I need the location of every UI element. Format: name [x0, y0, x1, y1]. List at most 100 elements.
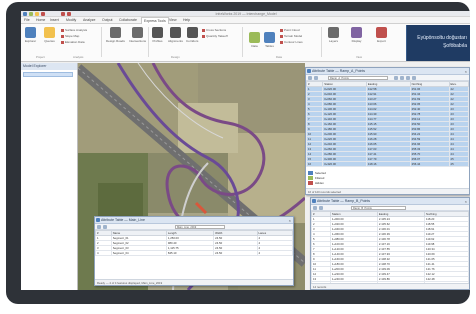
clear-selection-icon[interactable] — [400, 76, 404, 80]
export-icon — [376, 27, 387, 38]
tables-button[interactable]: Tables — [264, 32, 275, 48]
attribute-table-window-ramp-b[interactable]: Attribute Table — Ramp_B_Points × Ramp_B… — [310, 197, 470, 290]
undo-icon[interactable] — [35, 12, 39, 16]
legend-swatch — [308, 176, 313, 180]
table-toolbar: Ramp_A_Points — [306, 75, 469, 81]
ribbon-separator — [148, 27, 149, 57]
ribbon-group-label: Project — [36, 55, 45, 59]
table-cell: 24.50 — [213, 250, 258, 256]
window-title: Attribute Table — Main_Line — [101, 218, 145, 222]
layer-select[interactable]: Main_Line_2019 — [175, 225, 225, 229]
table-cell: 16 — [306, 161, 324, 167]
tab-collaborate[interactable]: Collaborate — [119, 18, 137, 23]
table-cell: 0+320.00 — [322, 161, 367, 167]
selection-legend: Selected Filtered Hidden — [308, 171, 348, 185]
corridor-icon — [186, 27, 198, 38]
alignment-icon — [169, 27, 181, 38]
tab-view[interactable]: View — [169, 18, 177, 23]
tab-help[interactable]: Help — [183, 18, 190, 23]
export-button[interactable]: Export — [376, 27, 387, 43]
ribbon-separator — [101, 27, 102, 57]
tab-output[interactable]: Output — [102, 18, 113, 23]
attribute-table-window-main-line[interactable]: Attribute Table — Main_Line × Main_Line_… — [94, 216, 294, 286]
alignments-button[interactable]: Alignments — [168, 27, 183, 43]
table-cell: 256.44 — [409, 161, 450, 167]
intersections-button[interactable]: Intersections — [129, 27, 146, 43]
table-row[interactable]: 16 0+320.00 418.16 256.44 25 — [306, 161, 469, 167]
redo-icon[interactable] — [41, 12, 45, 16]
attribute-table: # Station Easting Northing Elev. 1 0+020.… — [306, 81, 469, 167]
zoom-to-icon[interactable] — [103, 225, 107, 229]
ribbon-item-terrain-model[interactable]: Terrain Model — [280, 34, 302, 38]
ribbon-item-cross-sections[interactable]: Cross Sections — [202, 28, 226, 32]
tables-label: Tables — [265, 44, 274, 48]
tab-analyze[interactable]: Analyze — [83, 18, 95, 23]
tab-home[interactable]: Home — [36, 18, 45, 23]
zoom-to-icon[interactable] — [314, 76, 318, 80]
profile-icon — [152, 27, 163, 38]
table-icon — [264, 32, 275, 43]
table-row[interactable]: 4 Segment_04 845.10 24.50 4 — [95, 250, 293, 256]
zoom-to-icon[interactable] — [319, 206, 323, 210]
settings-icon[interactable] — [412, 76, 416, 80]
filter-icon[interactable] — [313, 206, 317, 210]
tab-file[interactable]: File — [24, 18, 30, 23]
layer-select[interactable]: Ramp_B_Points — [351, 206, 406, 210]
window-titlebar: Attribute Table — Main_Line × — [95, 217, 293, 224]
ribbon-item-surface-analysis[interactable]: Surface Analysis — [61, 28, 87, 32]
profiles-button[interactable]: Profiles — [152, 27, 163, 43]
filter-icon[interactable] — [97, 225, 101, 229]
close-icon[interactable]: × — [465, 68, 467, 74]
app-menu-icon[interactable] — [23, 12, 27, 16]
ribbon-group-label: Data — [276, 55, 282, 59]
profiles-label: Profiles — [152, 39, 163, 43]
display-button[interactable]: Display — [351, 27, 362, 43]
ribbon-group-label: Design — [171, 55, 180, 59]
legend-label: Filtered — [315, 176, 325, 180]
layer-select[interactable]: Ramp_A_Points — [328, 76, 388, 80]
model-explorer-panel: Model Explorer — [21, 63, 78, 290]
ribbon-item-elevation-data[interactable]: Elevation Data — [61, 40, 85, 44]
legend-label: Hidden — [315, 181, 324, 185]
tab-insert[interactable]: Insert — [50, 18, 59, 23]
ribbon-item-quantity-takeoff[interactable]: Quantity Takeoff — [202, 34, 228, 38]
export-icon[interactable] — [406, 76, 410, 80]
ribbon-tabs: File Home Insert Modify Analyze Output C… — [21, 17, 470, 24]
quick-access-icon[interactable] — [61, 12, 65, 16]
attribute-table-window-ramp-a[interactable]: Attribute Table — Ramp_A_Points × Ramp_A… — [305, 67, 470, 195]
filter-icon[interactable] — [308, 76, 312, 80]
table-icon — [96, 218, 100, 222]
close-icon[interactable]: × — [289, 217, 291, 223]
panel-title: Model Explorer — [21, 63, 77, 70]
close-icon[interactable]: × — [465, 198, 467, 204]
explorer-icon — [25, 27, 37, 38]
display-icon — [351, 27, 362, 38]
tab-express-tools[interactable]: Express Tools — [141, 17, 169, 24]
layers-button[interactable]: Layers — [328, 27, 339, 43]
application-window: InfraWorks 2019 — Interchange_Model File… — [21, 11, 470, 290]
alignments-label: Alignments — [168, 39, 183, 43]
banner-line-1: Eyüpönsoltu doğustarı — [417, 35, 467, 41]
explorer-button[interactable]: Explorer — [25, 27, 36, 43]
queries-button[interactable]: Queries — [44, 27, 55, 43]
ribbon-item-contour-lines[interactable]: Contour Lines — [280, 40, 303, 44]
design-roads-button[interactable]: Design Roads — [106, 27, 125, 43]
ribbon-item-slope-map[interactable]: Slope Map — [61, 34, 79, 38]
ribbon-separator — [321, 27, 322, 57]
select-all-icon[interactable] — [394, 76, 398, 80]
save-icon[interactable] — [29, 12, 33, 16]
brand-banner: Eyüpönsoltu doğustarı Şoföbabıla — [406, 25, 470, 61]
quick-access-icon[interactable] — [67, 12, 71, 16]
corridors-button[interactable]: Corridors — [186, 27, 198, 43]
window-titlebar: Attribute Table — Ramp_A_Points × — [306, 68, 469, 75]
table-cell: 845.10 — [165, 250, 215, 256]
tab-modify[interactable]: Modify — [66, 18, 76, 23]
explorer-tree-item[interactable] — [23, 72, 73, 77]
table-toolbar: Main_Line_2019 — [95, 224, 293, 230]
data-button[interactable]: Data — [249, 32, 260, 48]
ribbon-item-point-cloud[interactable]: Point Cloud — [280, 28, 300, 32]
window-title: Attribute Table — Ramp_B_Points — [317, 199, 371, 203]
table-cell: 4 — [95, 250, 112, 256]
table-body: 1 1+000.00 2.105.24 118.20 2 1+020.00 2.105.62… — [311, 216, 469, 287]
design-roads-label: Design Roads — [106, 39, 125, 43]
